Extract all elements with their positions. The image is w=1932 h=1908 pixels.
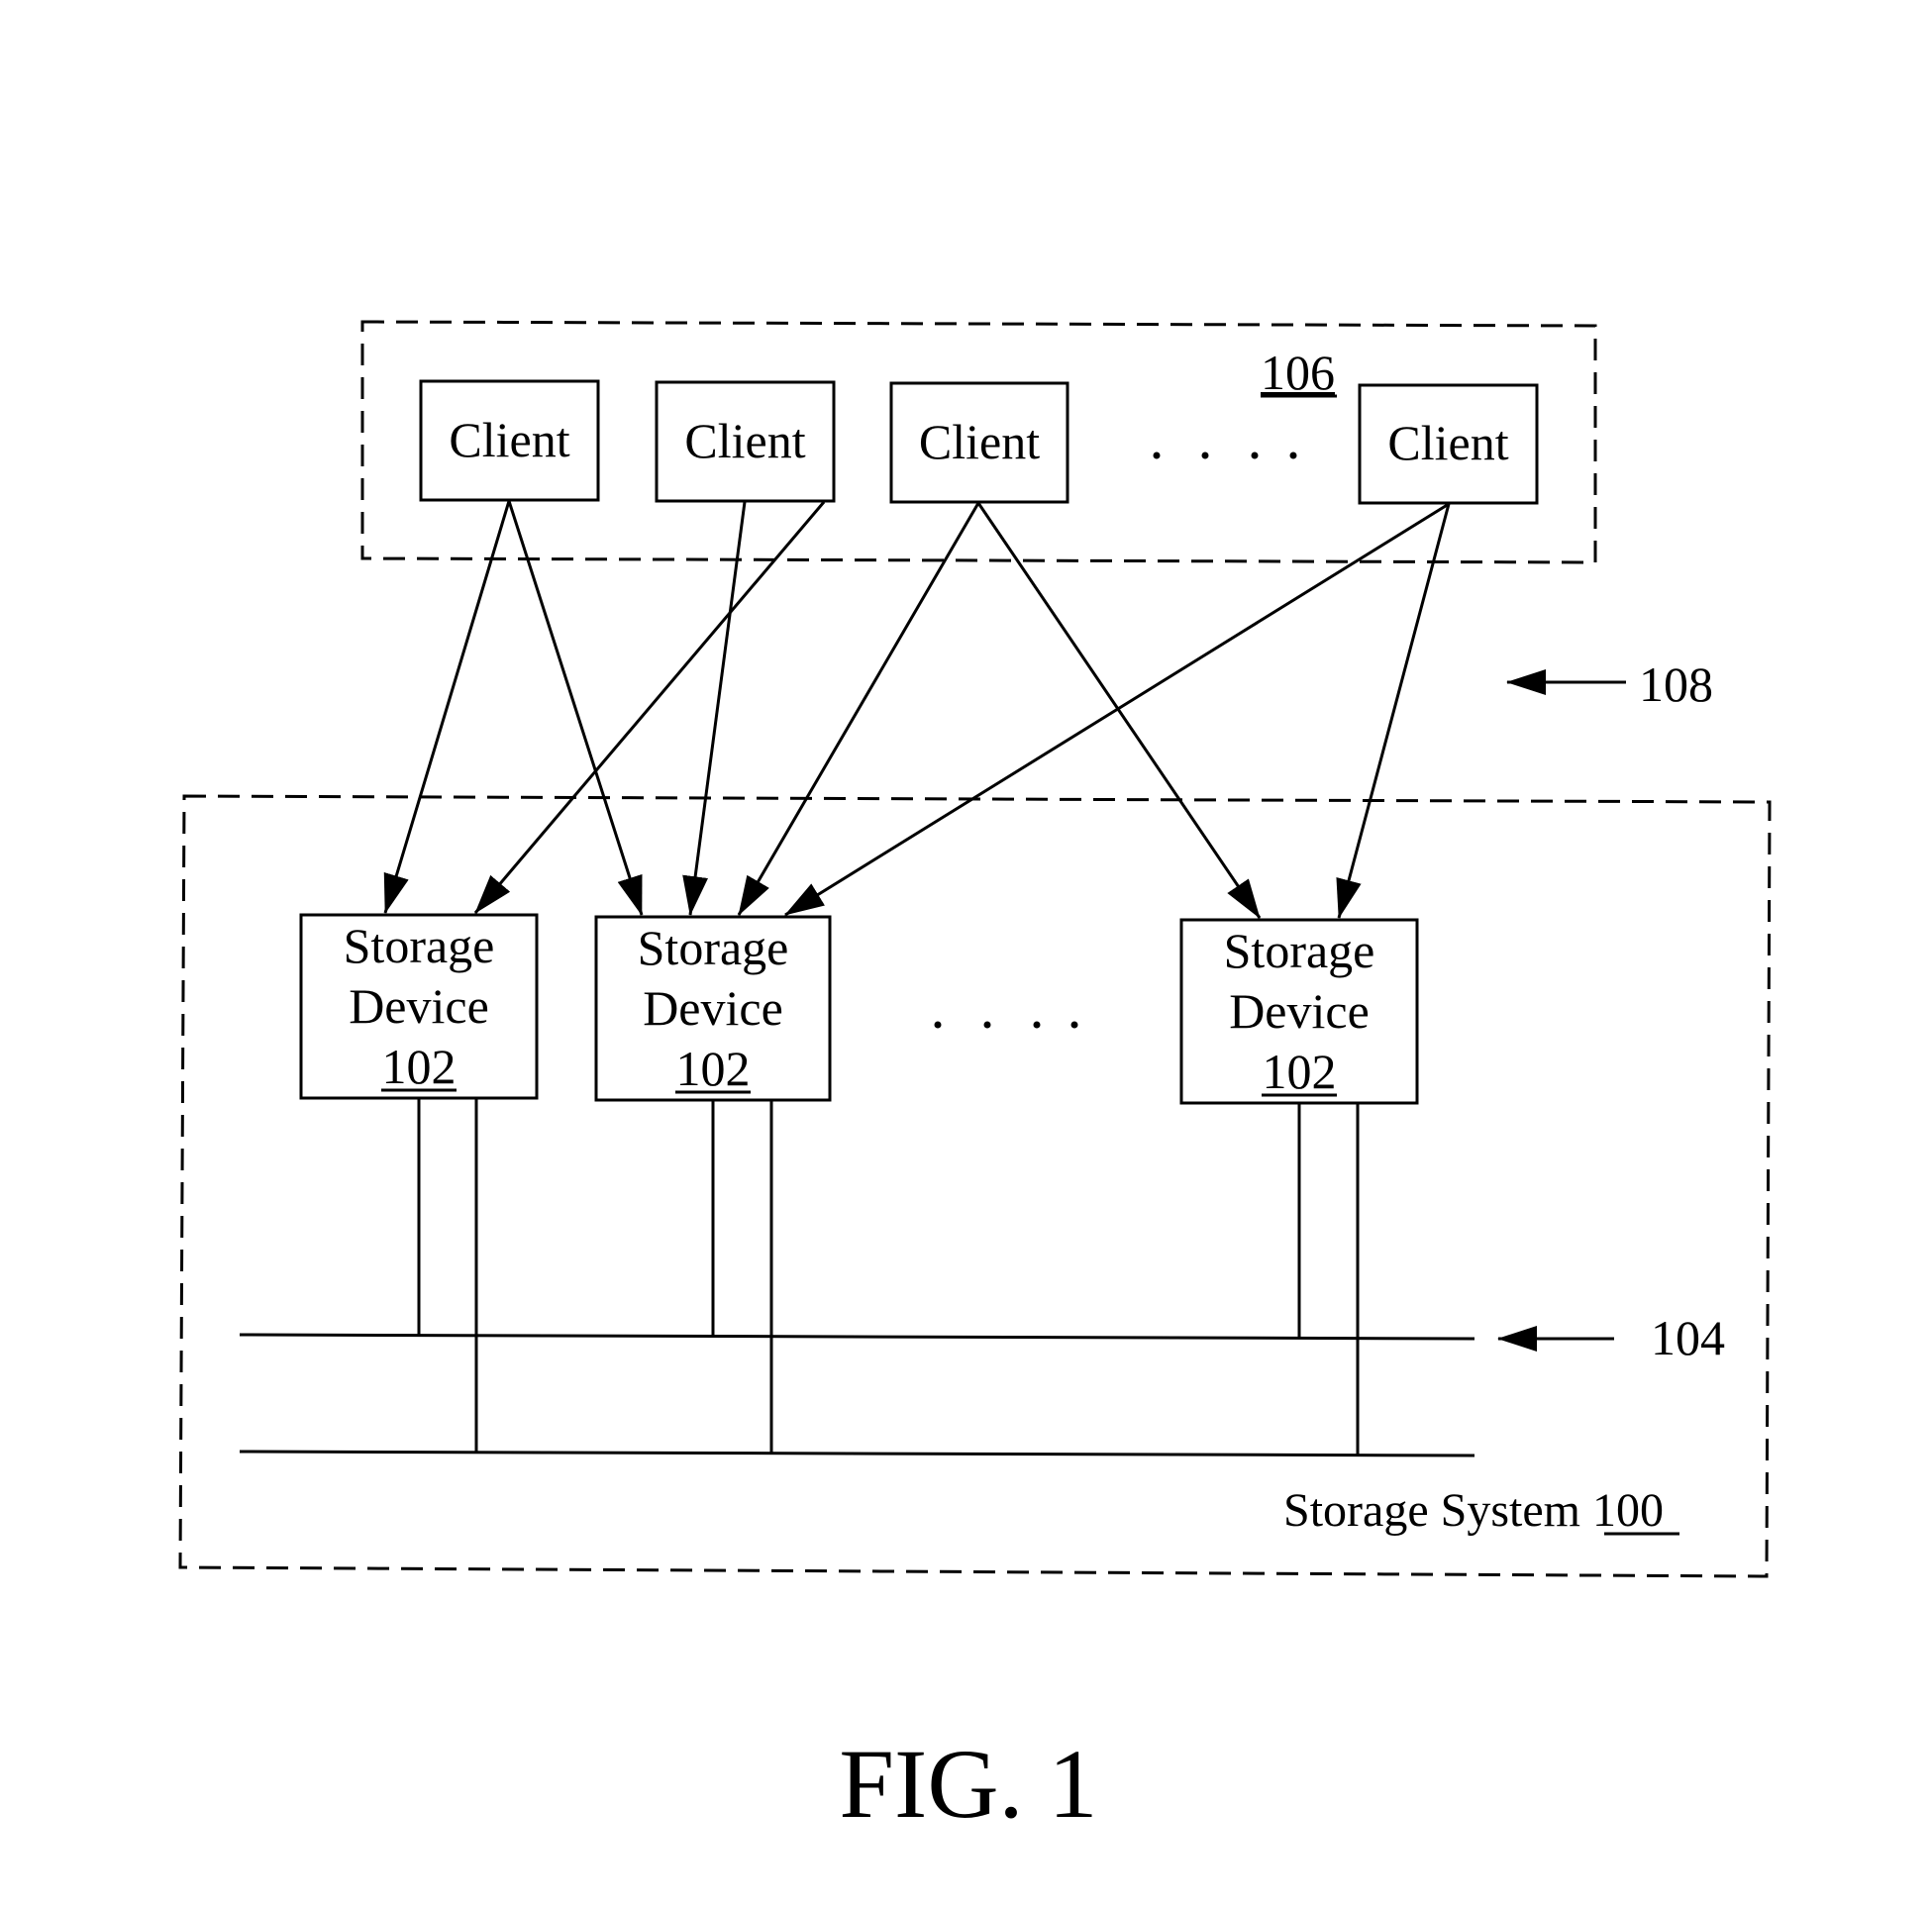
storage-device-line1: Storage	[638, 920, 789, 975]
storage-system-ref: 100	[1592, 1484, 1664, 1537]
storage-device-box: Storage Device 102	[299, 913, 539, 1100]
network-connections	[383, 500, 1451, 919]
device-bus-links	[417, 1098, 1360, 1456]
network-ref-label: 108	[1639, 656, 1713, 712]
connection-arrow	[383, 500, 511, 914]
client-box: Client	[1358, 383, 1539, 505]
client-label: Client	[1387, 415, 1508, 470]
storage-device-box: Storage Device 102	[1179, 918, 1419, 1105]
storage-device-box: Storage Device 102	[594, 915, 832, 1102]
client-label: Client	[449, 412, 569, 467]
client-group-ref-label: 106	[1261, 345, 1335, 400]
bus-ref-label: 104	[1651, 1310, 1725, 1365]
connection-arrow	[737, 502, 980, 916]
client-label: Client	[919, 414, 1040, 469]
client-box: Client	[419, 379, 600, 502]
storage-device-line1: Storage	[1224, 923, 1375, 978]
connection-arrow	[976, 502, 1262, 919]
connection-arrow	[784, 502, 1450, 917]
connection-arrow	[1336, 503, 1451, 919]
storage-system-label: Storage System 100	[1283, 1484, 1664, 1537]
storage-device-line2: Device	[1229, 983, 1370, 1039]
bus-line-1	[239, 1333, 1475, 1341]
client-ellipsis-dots	[1153, 452, 1297, 459]
storage-device-ref: 102	[1263, 1044, 1337, 1099]
storage-device-line2: Device	[643, 980, 783, 1036]
client-label: Client	[684, 413, 805, 468]
figure-caption: FIG. 1	[839, 1729, 1097, 1839]
storage-system-diagram: 106 Client Client Client Client 108 Stor…	[178, 320, 1772, 1839]
storage-device-ref: 102	[676, 1041, 751, 1096]
storage-device-ref: 102	[382, 1039, 457, 1094]
connection-arrow	[682, 501, 747, 916]
client-box: Client	[655, 380, 836, 503]
connection-arrow	[507, 500, 644, 916]
storage-system-label-text: Storage System	[1283, 1484, 1580, 1537]
bus-line-2	[239, 1450, 1475, 1457]
client-box: Client	[889, 381, 1069, 504]
storage-device-line2: Device	[349, 978, 489, 1034]
storage-ellipsis-dots	[934, 1021, 1078, 1029]
storage-device-line1: Storage	[344, 918, 495, 973]
